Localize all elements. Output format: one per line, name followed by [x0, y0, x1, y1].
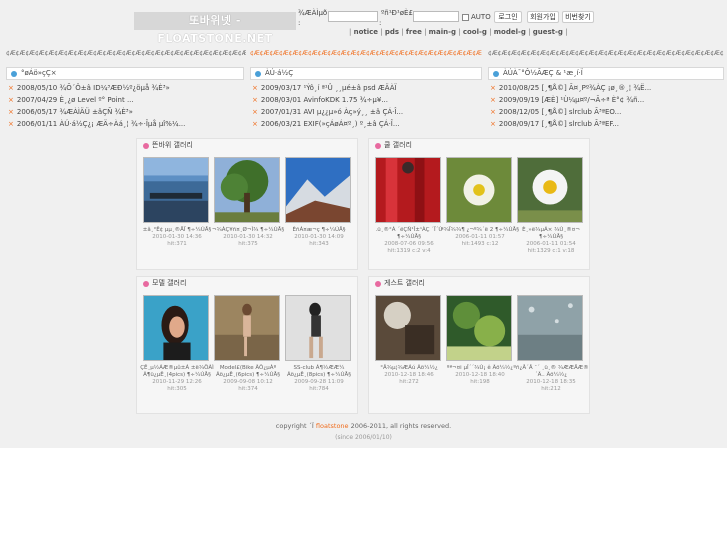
page-background: 또바위넷 - FLOATSTONE.NET ¾ÆÀÌµð : ºñ¹Ð¹øÈ£ …: [0, 0, 727, 448]
gallery-caption: ºñ¿Â´Â ¯´ ¸ü¸® ¾ÆÆÄÆ® ´Ã.. Ãö¼½¿ 2010-12-…: [513, 365, 589, 392]
id-label: ¾ÆÀÌµð: [298, 9, 328, 17]
since-date: (since 2006/01/10): [335, 434, 392, 441]
top-nav: | notice | pds | free | main-g | cool-g …: [349, 28, 568, 36]
gallery-caption: ÈñÁ¤æ¬ç ¶÷¼ÚÅ§ 2010-01-30 14:09 hit:343: [292, 227, 346, 247]
id-input[interactable]: [328, 11, 378, 22]
list-item[interactable]: × 2009/09/19 [ÆÈ] ¹Ù¼µ¤º/¬Ã÷ª È°¢ ¾ñ...: [490, 96, 644, 105]
photo-thumbnail-mountain[interactable]: [285, 157, 351, 223]
bullet-icon: ×: [252, 108, 258, 116]
column-title-pds: ¢Æ¢Æ¢Æ¢Æ¢Æ¢Æ¢Æ¢Æ¢Æ¢Æ¢Æ¢Æ¢Æ¢Æ¢Æ¢Æ¢Æ¢Æ¢Æ¢Æ…: [250, 50, 482, 57]
list-item[interactable]: × 2007/01/31 AVI µ¿¿µ»ó Àç»ý¸¸ ±â ÇÁ·Î...: [252, 108, 403, 117]
bullet-icon: [143, 142, 149, 149]
id-label-colon: :: [298, 19, 301, 27]
bullet-icon: [375, 280, 381, 287]
bullet-icon: ×: [8, 84, 14, 92]
nav-cool-g[interactable]: cool-g: [463, 28, 487, 36]
gallery-caption: °Â¾µ¦¾ÆÁú Ãö¼½¿ 2010-12-18 18:46 hit:272: [380, 365, 438, 385]
gallery-title: 뜬바위 갤러리: [143, 141, 193, 150]
bullet-icon: ×: [490, 84, 496, 92]
list-item[interactable]: × 2008/12/05 [¸¶Å©] slrclub Ã³ªEO...: [490, 108, 621, 117]
gallery-title: 게스트 갤러리: [375, 279, 425, 288]
bullet-icon: ×: [8, 108, 14, 116]
guest-gallery: 게스트 갤러리 °Â¾µ¦¾ÆÁú Ãö¼½¿ 2010-12-18 18:46 h…: [368, 276, 590, 414]
gallery-caption: SS-club Á¶½ÆÆ¼ Ãö¿µÊ¸(8pics) ¶÷¼ÚÅ§ 2009-…: [286, 365, 352, 392]
photo-thumbnail-flower[interactable]: [446, 157, 512, 223]
main-gallery: 뜬바위 갤러리 ±â¸°Ê¢ µµ¸®ÅÏ ¶÷¼ÚÅ§ 2010-01-30 1…: [136, 138, 358, 270]
copyright: copyright ´Ï floatstone 2006-2011, all r…: [275, 422, 452, 430]
find-password-button[interactable]: 비번찾기: [562, 11, 594, 23]
photo-thumbnail-guest-3[interactable]: [517, 295, 583, 361]
gallery-caption: ºª¬¤i µÎ´´¾Ù¡ ê Ãö¼½¿ 2010-12-18 18:40 hit…: [446, 365, 514, 385]
list-item[interactable]: × 2008/09/17 [¸¶Å©] slrclub Ã³ªEF...: [490, 120, 619, 129]
bullet-icon: ×: [490, 108, 496, 116]
nav-notice[interactable]: notice: [354, 28, 378, 36]
list-item[interactable]: × 2007/04/29 È¸¿ø Level º° Point ...: [8, 96, 134, 105]
list-item[interactable]: × 2009/03/17 ¹Ýô¸í ª¹Û ¸¸µé±â psd ÆÄÀÏ: [252, 84, 397, 93]
pw-label: ºñ¹Ð¹øÈ£: [381, 9, 413, 17]
gallery-caption: ÇÊ¸µ½ÁÆ®µû±Á ±ë¾ÖÀÌ Ã¶ü¿µÊ¸(4pics) ¶÷¼ÚÅ…: [140, 365, 214, 392]
notice-tab-label: °øÁö»çÇ×: [21, 69, 57, 77]
auto-login-label: AUTO: [471, 13, 491, 21]
photo-thumbnail-model-3[interactable]: [285, 295, 351, 361]
gallery-caption: È¸»ë¾µÁ× ¾Ù¸®¤¬ ¶÷¼ÚÅ§ 2006-01-11 01:54 hi…: [522, 227, 580, 254]
gallery-caption: Model£(Bike ÃÔ¿µÀº Ãö¿µÊ¸(6pics) ¶÷¼ÚÅ§ 2…: [215, 365, 281, 392]
gallery-caption: .ü¸®°Á ´ëÇÑ¹Î±¹ÀÇ ´Ï´Ù ¶÷¼ÚÅ§ 2008-07-06 …: [375, 227, 443, 254]
model-gallery: 모델 갤러리 ÇÊ¸µ½ÁÆ®µû±Á ±ë¾ÖÀÌ Ã¶ü¿µÊ¸(4pics…: [136, 276, 358, 414]
nav-model-g[interactable]: model-g: [494, 28, 526, 36]
bullet-icon: [11, 71, 17, 77]
free-tab[interactable]: ÀÚÀ¯°Ô½ÃÆÇ & ¹æ¸í·Ï: [488, 67, 724, 80]
pds-tab[interactable]: ÀÚ·á½Ç: [250, 67, 482, 80]
photo-thumbnail-lake[interactable]: [143, 157, 209, 223]
nav-guest-g[interactable]: guest-g: [533, 28, 563, 36]
bullet-icon: [493, 71, 499, 77]
nav-free[interactable]: free: [406, 28, 422, 36]
photo-thumbnail-guest-2[interactable]: [446, 295, 512, 361]
bullet-icon: ×: [8, 96, 14, 104]
login-button[interactable]: 로그인: [494, 11, 522, 23]
nav-main-g[interactable]: main-g: [429, 28, 456, 36]
signup-button[interactable]: 회원가입: [527, 11, 559, 23]
gallery-caption: ±â¸°Ê¢ µµ¸®ÅÏ ¶÷¼ÚÅ§ 2010-01-30 14:36 hit:…: [142, 227, 212, 247]
auto-login[interactable]: AUTO: [462, 13, 491, 21]
bullet-icon: [143, 280, 149, 287]
photo-thumbnail-red-cloth[interactable]: [375, 157, 441, 223]
photo-thumbnail-model-1[interactable]: [143, 295, 209, 361]
bullet-icon: [255, 71, 261, 77]
bullet-icon: ×: [490, 96, 496, 104]
photo-thumbnail-model-2[interactable]: [214, 295, 280, 361]
bullet-icon: ×: [8, 120, 14, 128]
list-item[interactable]: × 2006/03/21 EXIF(»çÁøÁ¤º¸) º¸±â ÇÁ·Î...: [252, 120, 400, 129]
bullet-icon: ×: [252, 84, 258, 92]
bullet-icon: [375, 142, 381, 149]
gallery-caption: ¬¾ÀÇ¥ñ¤¸Ø¬Ì¾ ¶÷¼ÚÅ§ 2010-01-30 14:32 hit:3…: [211, 227, 285, 247]
pds-tab-label: ÀÚ·á½Ç: [265, 69, 294, 77]
list-item[interactable]: × 2006/01/11 ÀÚ·á½Ç¿¡ ÆÄ÷Àá¸¦ ¾÷·Îµå µî%¼…: [8, 120, 185, 129]
list-item[interactable]: × 2008/05/10 ¾Õ´Ô±â ID¼³ÆÐ½º¿öµå ¾È³»: [8, 84, 170, 93]
auto-login-checkbox[interactable]: [462, 13, 469, 21]
column-title-free: ¢Æ¢Æ¢Æ¢Æ¢Æ¢Æ¢Æ¢Æ¢Æ¢Æ¢Æ¢Æ¢Æ¢Æ¢Æ¢Æ¢Æ¢Æ¢Æ¢Æ…: [488, 50, 724, 57]
page-bottom-area: [0, 448, 727, 545]
list-item[interactable]: × 2008/03/01 AvinfoKDK 1.75 ¾÷µ¥...: [252, 96, 388, 105]
column-title-notice: ¢Æ¢Æ¢Æ¢Æ¢Æ¢Æ¢Æ¢Æ¢Æ¢Æ¢Æ¢Æ¢Æ¢Æ¢Æ¢Æ¢Æ¢Æ¢Æ¢Æ…: [6, 50, 246, 57]
footer-brand-link[interactable]: floatstone: [316, 422, 349, 430]
nav-pds[interactable]: pds: [385, 28, 399, 36]
gallery-title: 쿨 갤러리: [375, 141, 412, 150]
photo-thumbnail-tree[interactable]: [214, 157, 280, 223]
gallery-title: 모델 갤러리: [143, 279, 186, 288]
photo-thumbnail-guest-1[interactable]: [375, 295, 441, 361]
cool-gallery: 쿨 갤러리 .ü¸®°Á ´ëÇÑ¹Î±¹ÀÇ ´Ï´Ù ¶÷¼ÚÅ§ 2008-…: [368, 138, 590, 270]
list-item[interactable]: × 2006/05/17 ¾ÆÀÌÄÜ ±âÇÑ ¾È³»: [8, 108, 133, 117]
list-item[interactable]: × 2010/08/25 [¸¶Å©] Ã¤¸Pº¾ÀÇ ¡ø¸®¸¦ ¾Ë...: [490, 84, 651, 93]
bullet-icon: ×: [490, 120, 496, 128]
gallery-caption: ª¾Ï¾¾¶ ¿¬º¾´ë 2 ¶÷¼ÚÅ§ 2006-01-11 01:57 hi…: [440, 227, 519, 247]
photo-thumbnail-daisy[interactable]: [517, 157, 583, 223]
bullet-icon: ×: [252, 120, 258, 128]
notice-tab[interactable]: °øÁö»çÇ×: [6, 67, 244, 80]
pw-label-colon: :: [379, 19, 382, 27]
bullet-icon: ×: [252, 96, 258, 104]
pw-input[interactable]: [413, 11, 459, 22]
site-logo[interactable]: 또바위넷 - FLOATSTONE.NET: [134, 12, 296, 45]
free-tab-label: ÀÚÀ¯°Ô½ÃÆÇ & ¹æ¸í·Ï: [503, 69, 583, 77]
